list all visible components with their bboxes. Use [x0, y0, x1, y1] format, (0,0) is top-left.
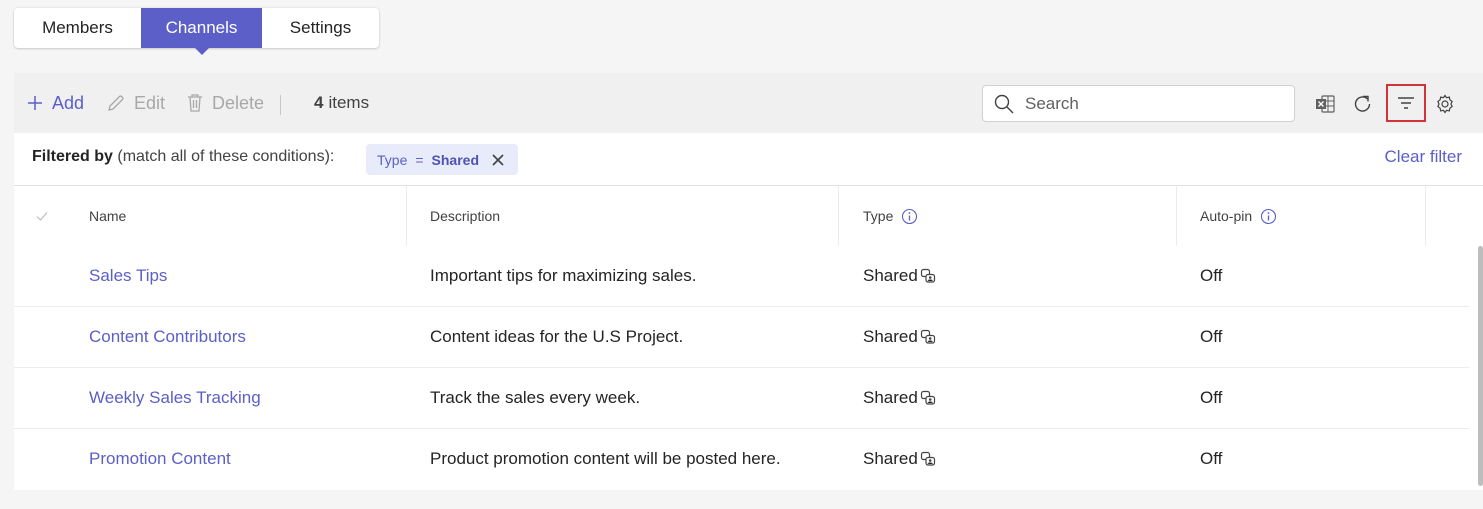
column-header-type[interactable]: Type — [863, 186, 918, 246]
channel-name-link[interactable]: Weekly Sales Tracking — [89, 368, 261, 428]
column-header-autopin-label: Auto-pin — [1200, 208, 1253, 224]
filter-chip-field: Type — [377, 151, 408, 168]
channel-type: Shared — [863, 307, 936, 367]
shared-channel-icon — [920, 451, 935, 466]
add-button[interactable]: Add — [26, 73, 84, 133]
table-row[interactable]: Promotion Content Product promotion cont… — [14, 429, 1469, 490]
channel-type: Shared — [863, 429, 936, 489]
column-header-description-label: Description — [430, 208, 501, 224]
add-button-label: Add — [52, 92, 85, 113]
toolbar-divider — [280, 95, 281, 115]
filter-chip-operator: = — [415, 151, 424, 168]
filter-button[interactable] — [1386, 84, 1426, 122]
shared-channel-icon — [920, 390, 935, 405]
column-divider[interactable] — [838, 186, 839, 246]
info-icon[interactable] — [1260, 208, 1277, 225]
filter-label-rest: (match all of these conditions): — [117, 148, 335, 165]
column-header-name[interactable]: Name — [89, 186, 126, 246]
delete-icon — [188, 94, 202, 112]
gear-icon — [1437, 94, 1453, 114]
channel-autopin: Off — [1200, 327, 1223, 346]
refresh-icon — [1354, 95, 1371, 112]
item-count-suffix: items — [328, 93, 370, 112]
table-row[interactable]: Content Contributors Content ideas for t… — [14, 307, 1469, 368]
export-excel-button[interactable] — [1310, 87, 1340, 121]
delete-button-label: Delete — [212, 92, 265, 113]
channel-autopin: Off — [1200, 266, 1223, 285]
item-count: 4 items — [314, 73, 369, 133]
tab-members[interactable]: Members — [14, 8, 141, 48]
shared-channel-icon — [920, 329, 935, 344]
channel-type: Shared — [863, 246, 936, 306]
channel-name-link[interactable]: Sales Tips — [89, 246, 167, 306]
channel-autopin: Off — [1200, 388, 1223, 407]
channel-autopin: Off — [1200, 449, 1223, 468]
info-icon[interactable] — [901, 208, 918, 225]
tab-bar: Members Channels Settings — [14, 8, 379, 55]
column-divider[interactable] — [406, 186, 407, 246]
shared-channel-icon — [920, 268, 935, 283]
vertical-scrollbar[interactable] — [1478, 246, 1483, 486]
filter-chip-value: Shared — [431, 151, 480, 168]
edit-button[interactable]: Edit — [106, 73, 165, 133]
channel-name-link[interactable]: Promotion Content — [89, 429, 231, 489]
channel-type-label: Shared — [863, 266, 918, 285]
column-header-type-label: Type — [863, 208, 894, 224]
channel-type-label: Shared — [863, 449, 918, 468]
filter-label-bold: Filtered by — [32, 148, 113, 165]
table-header: Name Description Type Auto-pin — [14, 186, 1483, 246]
channel-type: Shared — [863, 368, 936, 428]
select-all-checkbox[interactable] — [27, 186, 49, 246]
search-icon — [994, 94, 1014, 113]
edit-icon — [108, 95, 124, 111]
channel-description: Important tips for maximizing sales. — [430, 266, 697, 285]
filter-chip[interactable]: Type = Shared — [366, 144, 518, 175]
toolbar: Add Edit Delete 4 items — [14, 73, 1483, 133]
refresh-button[interactable] — [1348, 87, 1378, 121]
column-divider[interactable] — [1176, 186, 1177, 246]
filter-description: Filtered by (match all of these conditio… — [32, 148, 334, 166]
channel-description: Product promotion content will be posted… — [430, 449, 781, 468]
table-row[interactable]: Sales Tips Important tips for maximizing… — [14, 246, 1469, 307]
search-box[interactable] — [982, 85, 1295, 122]
search-input[interactable] — [1023, 92, 1283, 115]
channel-description: Track the sales every week. — [430, 388, 641, 407]
channels-table: Name Description Type Auto-pin Sales Tip… — [14, 186, 1483, 490]
settings-button[interactable] — [1430, 87, 1460, 121]
remove-filter-button[interactable] — [491, 153, 505, 167]
delete-button[interactable]: Delete — [186, 73, 264, 133]
filter-icon — [1398, 97, 1414, 109]
tab-channels[interactable]: Channels — [141, 8, 262, 55]
tab-settings[interactable]: Settings — [262, 8, 379, 48]
channel-name-link[interactable]: Content Contributors — [89, 307, 246, 367]
excel-icon — [1316, 95, 1335, 113]
clear-filter-link[interactable]: Clear filter — [1385, 147, 1462, 167]
add-icon — [28, 96, 42, 110]
channel-type-label: Shared — [863, 327, 918, 346]
column-divider[interactable] — [1425, 186, 1426, 246]
item-count-number: 4 — [314, 93, 324, 112]
table-row[interactable]: Weekly Sales Tracking Track the sales ev… — [14, 368, 1469, 429]
column-header-autopin[interactable]: Auto-pin — [1200, 186, 1277, 246]
channel-type-label: Shared — [863, 388, 918, 407]
close-icon — [492, 153, 504, 166]
edit-button-label: Edit — [134, 92, 166, 113]
filter-bar: Filtered by (match all of these conditio… — [14, 133, 1483, 186]
column-header-name-label: Name — [89, 208, 127, 224]
channel-description: Content ideas for the U.S Project. — [430, 327, 684, 346]
column-header-description[interactable]: Description — [430, 186, 500, 246]
check-icon — [36, 212, 48, 221]
